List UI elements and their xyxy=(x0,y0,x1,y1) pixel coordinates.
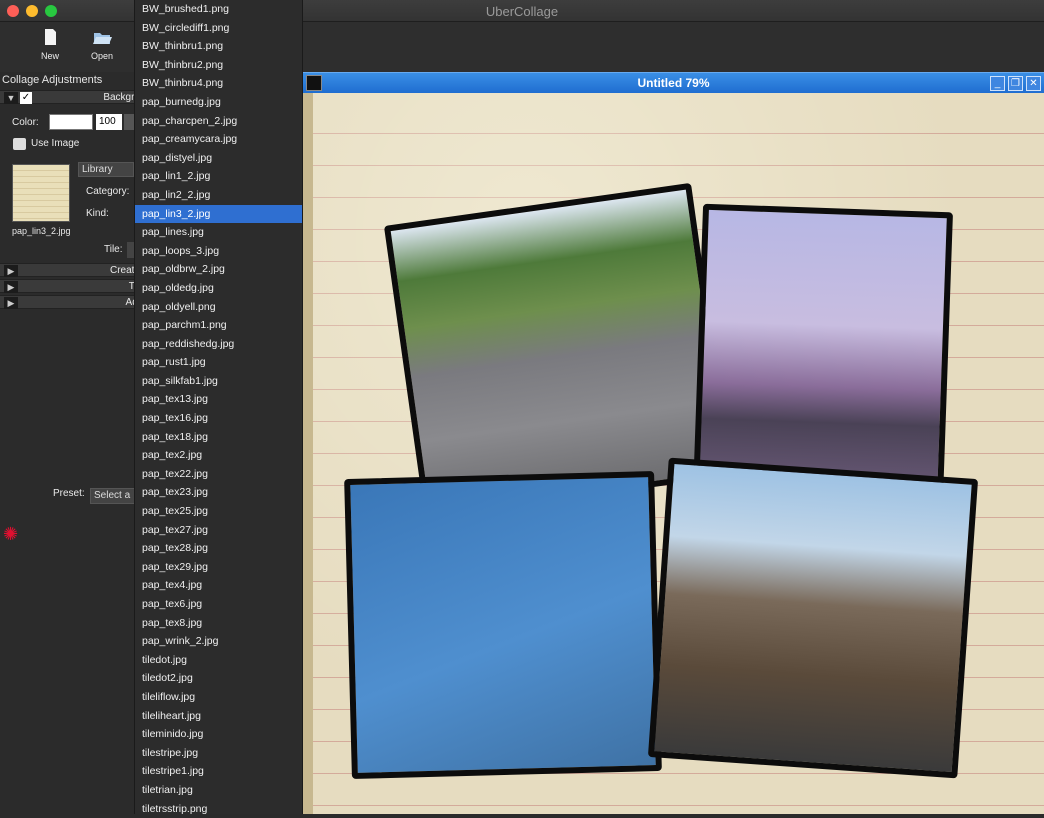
open-folder-icon xyxy=(93,33,112,44)
background-section-header[interactable]: ▼ ✓ Backgro xyxy=(0,90,140,104)
dropdown-item[interactable]: pap_tex2.jpg xyxy=(135,446,302,465)
background-thumbnail[interactable] xyxy=(12,164,70,222)
dropdown-item[interactable]: pap_tex28.jpg xyxy=(135,539,302,558)
dropdown-item[interactable]: pap_rust1.jpg xyxy=(135,353,302,372)
dropdown-item[interactable]: pap_oldbrw_2.jpg xyxy=(135,260,302,279)
dropdown-item[interactable]: tileliheart.jpg xyxy=(135,707,302,726)
dropdown-item[interactable]: pap_tex18.jpg xyxy=(135,428,302,447)
color-swatch[interactable] xyxy=(49,114,93,130)
tu-section-header[interactable]: ▶ Tu xyxy=(0,279,140,293)
open-button[interactable]: Open xyxy=(82,26,122,61)
background-image-dropdown-list[interactable]: BW_brushed1.png BW_circlediff1.png BW_thin… xyxy=(134,0,303,815)
dropdown-item[interactable]: pap_oldyell.png xyxy=(135,298,302,317)
minimize-document-button[interactable]: _ xyxy=(990,76,1005,91)
kind-label: Kind: xyxy=(86,208,109,219)
color-value-input[interactable]: 100 xyxy=(96,114,122,130)
dropdown-item[interactable]: pap_lin1_2.jpg xyxy=(135,167,302,186)
dropdown-item[interactable]: pap_reddishedg.jpg xyxy=(135,335,302,354)
expand-triangle-icon[interactable]: ▶ xyxy=(4,297,18,309)
adj-section-header[interactable]: ▶ Adj xyxy=(0,295,140,309)
dropdown-item[interactable]: pap_silkfab1.jpg xyxy=(135,372,302,391)
dropdown-item[interactable]: BW_thinbru2.png xyxy=(135,56,302,75)
dropdown-item[interactable]: pap_tex6.jpg xyxy=(135,595,302,614)
dropdown-item[interactable]: pap_creamycara.jpg xyxy=(135,130,302,149)
dropdown-item[interactable]: pap_tex29.jpg xyxy=(135,558,302,577)
dropdown-item[interactable]: pap_tex16.jpg xyxy=(135,409,302,428)
background-enable-checkbox[interactable]: ✓ xyxy=(20,92,32,104)
canvas-left-edge xyxy=(303,93,313,814)
dropdown-item[interactable]: tileminido.jpg xyxy=(135,725,302,744)
dropdown-item[interactable]: pap_lin2_2.jpg xyxy=(135,186,302,205)
dropdown-item[interactable]: pap_lin3_2.jpg xyxy=(135,204,302,224)
dropdown-item[interactable]: BW_brushed1.png xyxy=(135,0,302,19)
collapse-triangle-icon[interactable]: ▼ xyxy=(4,92,18,104)
dropdown-item[interactable]: tiletrsstrip.png xyxy=(135,800,302,818)
photo-golden-gate-bridge[interactable] xyxy=(693,203,953,503)
new-document-icon xyxy=(45,29,56,45)
new-button-label: New xyxy=(40,51,59,61)
dropdown-item[interactable]: BW_circlediff1.png xyxy=(135,19,302,38)
dropdown-item[interactable]: pap_tex23.jpg xyxy=(135,483,302,502)
dropdown-item[interactable]: pap_parchm1.png xyxy=(135,316,302,335)
dropdown-item[interactable]: pap_distyel.jpg xyxy=(135,149,302,168)
dropdown-item[interactable]: pap_tex27.jpg xyxy=(135,521,302,540)
dropdown-item[interactable]: pap_tex25.jpg xyxy=(135,502,302,521)
dropdown-item[interactable]: tilestripe.jpg xyxy=(135,744,302,763)
color-label: Color: xyxy=(12,117,39,128)
create-section-header[interactable]: ▶ Create xyxy=(0,263,140,277)
dropdown-item[interactable]: pap_tex4.jpg xyxy=(135,576,302,595)
dropdown-item[interactable]: pap_tex13.jpg xyxy=(135,390,302,409)
dropdown-item[interactable]: tiledot.jpg xyxy=(135,651,302,670)
activity-gear-icon: ✺ xyxy=(3,524,19,544)
document-title: Untitled 79% xyxy=(637,76,710,90)
open-button-label: Open xyxy=(90,51,114,61)
dropdown-item[interactable]: pap_loops_3.jpg xyxy=(135,242,302,261)
dropdown-item[interactable]: BW_thinbru4.png xyxy=(135,74,302,93)
preset-select[interactable]: Select a xyxy=(90,488,136,504)
tile-label: Tile: xyxy=(104,244,123,255)
expand-triangle-icon[interactable]: ▶ xyxy=(4,281,18,293)
dropdown-item[interactable]: tileliflow.jpg xyxy=(135,688,302,707)
photo-chinatown-market[interactable] xyxy=(647,457,979,779)
use-image-label: Use Image xyxy=(31,138,80,149)
dropdown-item[interactable]: tiledot2.jpg xyxy=(135,669,302,688)
preset-label: Preset: xyxy=(53,488,85,499)
collage-adjustments-panel: Collage Adjustments ▼ ✓ Backgro Color: 1… xyxy=(0,72,140,814)
dropdown-item[interactable]: pap_tex22.jpg xyxy=(135,465,302,484)
dropdown-item[interactable]: pap_burnedg.jpg xyxy=(135,93,302,112)
photo-ferry-building[interactable] xyxy=(344,470,662,780)
dropdown-item[interactable]: tilestripe1.jpg xyxy=(135,762,302,781)
close-document-button[interactable]: ✕ xyxy=(1026,76,1041,91)
thumbnail-filename: pap_lin3_2.jpg xyxy=(12,226,71,236)
document-titlebar[interactable]: Untitled 79% _ ❐ ✕ xyxy=(303,72,1044,93)
expand-triangle-icon[interactable]: ▶ xyxy=(4,265,18,277)
collage-canvas[interactable] xyxy=(303,93,1044,814)
category-label: Category: xyxy=(86,186,130,197)
color-value-stepper[interactable] xyxy=(124,114,134,130)
dropdown-item[interactable]: tiletrian.jpg xyxy=(135,781,302,800)
restore-document-button[interactable]: ❐ xyxy=(1008,76,1023,91)
dropdown-item[interactable]: pap_charcpen_2.jpg xyxy=(135,112,302,131)
dropdown-item[interactable]: pap_oldedg.jpg xyxy=(135,279,302,298)
panel-title: Collage Adjustments xyxy=(2,74,103,86)
source-select[interactable]: Library xyxy=(78,162,134,177)
dropdown-item[interactable]: pap_wrink_2.jpg xyxy=(135,632,302,651)
new-button[interactable]: New xyxy=(30,26,70,61)
use-image-eye-icon[interactable] xyxy=(13,138,26,150)
dropdown-item[interactable]: pap_tex8.jpg xyxy=(135,614,302,633)
dropdown-item[interactable]: pap_lines.jpg xyxy=(135,223,302,242)
dropdown-item[interactable]: BW_thinbru1.png xyxy=(135,37,302,56)
toolbar-extension xyxy=(303,22,1044,72)
document-window: Untitled 79% _ ❐ ✕ xyxy=(303,72,1044,814)
